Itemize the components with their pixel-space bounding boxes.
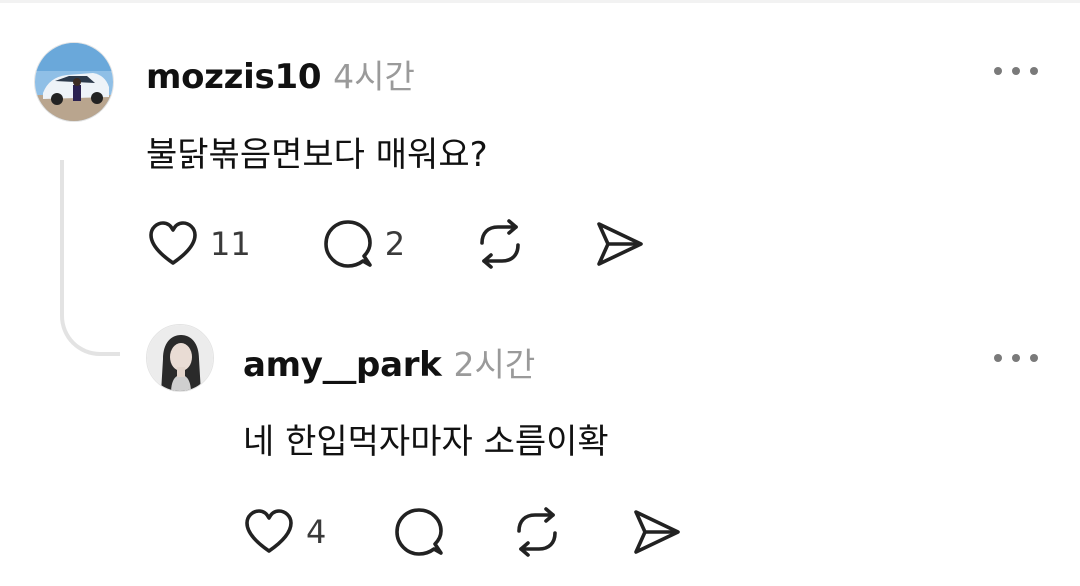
username[interactable]: amy__park [243,345,442,385]
paper-plane-icon [634,510,681,554]
reply-count: 2 [384,225,406,263]
more-options-button[interactable] [994,61,1038,81]
repost-button[interactable] [512,507,562,557]
avatar[interactable] [146,324,214,392]
heart-icon [149,221,197,265]
repost-button[interactable] [475,219,525,269]
timestamp: 2시간 [453,345,536,384]
comment-header: mozzis10 4시간 [146,50,415,98]
more-dot [1012,67,1020,75]
paper-plane-icon [597,222,643,266]
speech-bubble-icon [323,220,372,268]
thread-connector-line [60,160,120,356]
comment-text: 네 한입먹자마자 소름이확 [243,422,609,462]
more-options-button[interactable] [994,348,1038,368]
share-button[interactable] [595,220,645,268]
more-dots-icon [994,354,1002,362]
like-count: 4 [306,513,327,551]
comment-header: amy__park 2시간 [243,338,535,386]
repost-arrows-icon [517,507,558,557]
heart-icon [245,509,293,553]
top-divider [0,0,1080,3]
more-dot [1012,354,1020,362]
more-dots-icon [994,67,1002,75]
speech-bubble-icon [395,508,444,556]
like-count: 11 [210,225,251,263]
more-dot [1030,354,1038,362]
repost-arrows-icon [480,219,520,269]
like-button[interactable]: 4 [244,508,326,556]
more-dot [1030,67,1038,75]
reply-button[interactable] [394,507,444,557]
reply-button[interactable]: 2 [323,219,405,269]
avatar[interactable] [34,42,114,122]
comment-text: 불닭볶음면보다 매워요? [146,135,488,175]
share-button[interactable] [632,508,682,556]
like-button[interactable]: 11 [148,220,251,268]
woman-portrait-avatar-image [147,325,213,391]
action-bar: 11 2 [148,219,645,269]
action-bar: 4 [244,507,682,557]
car-photo-avatar-image [35,43,113,121]
username[interactable]: mozzis10 [146,57,321,97]
timestamp: 4시간 [333,57,415,96]
